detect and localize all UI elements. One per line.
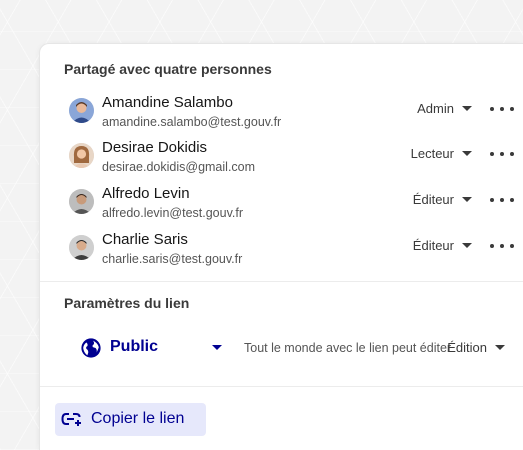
avatar bbox=[69, 98, 94, 123]
avatar bbox=[69, 235, 94, 260]
permission-select[interactable]: Édition bbox=[447, 340, 505, 355]
caret-down-icon[interactable] bbox=[212, 345, 222, 350]
role-select[interactable]: Éditeur bbox=[413, 238, 472, 253]
member-email: alfredo.levin@test.gouv.fr bbox=[102, 206, 243, 220]
role-label: Admin bbox=[417, 101, 454, 116]
more-options-icon[interactable] bbox=[490, 192, 514, 208]
member-row: Alfredo Levin alfredo.levin@test.gouv.fr… bbox=[64, 185, 514, 225]
avatar bbox=[69, 189, 94, 214]
role-select[interactable]: Admin bbox=[417, 101, 472, 116]
member-name: Charlie Saris bbox=[102, 231, 188, 248]
caret-down-icon bbox=[495, 345, 505, 350]
role-label: Lecteur bbox=[410, 146, 454, 161]
avatar bbox=[69, 143, 94, 168]
section-divider bbox=[40, 281, 523, 282]
role-select[interactable]: Éditeur bbox=[413, 192, 472, 207]
member-name: Desirae Dokidis bbox=[102, 139, 208, 156]
link-description: Tout le monde avec le lien peut éditer bbox=[244, 341, 452, 355]
member-row: Amandine Salambo amandine.salambo@test.g… bbox=[64, 94, 514, 134]
share-section-title: Partagé avec quatre personnes bbox=[64, 61, 272, 77]
member-name: Alfredo Levin bbox=[102, 185, 190, 202]
copy-link-button[interactable]: Copier le lien bbox=[55, 403, 206, 436]
visibility-select[interactable]: Public bbox=[110, 338, 158, 356]
role-label: Éditeur bbox=[412, 238, 454, 253]
member-row: Desirae Dokidis desirae.dokidis@gmail.co… bbox=[64, 139, 514, 179]
share-panel: Partagé avec quatre personnes Amandine S… bbox=[39, 43, 523, 450]
link-add-icon bbox=[61, 413, 81, 426]
role-select[interactable]: Lecteur bbox=[411, 146, 472, 161]
member-row: Charlie Saris charlie.saris@test.gouv.fr… bbox=[64, 231, 514, 271]
caret-down-icon bbox=[462, 106, 472, 111]
caret-down-icon bbox=[462, 151, 472, 156]
member-email: amandine.salambo@test.gouv.fr bbox=[102, 115, 282, 129]
member-name: Amandine Salambo bbox=[102, 94, 233, 111]
member-email: charlie.saris@test.gouv.fr bbox=[102, 252, 243, 266]
caret-down-icon bbox=[462, 243, 472, 248]
caret-down-icon bbox=[462, 197, 472, 202]
more-options-icon[interactable] bbox=[490, 238, 514, 254]
more-options-icon[interactable] bbox=[490, 101, 514, 117]
copy-link-label: Copier le lien bbox=[91, 410, 185, 427]
member-email: desirae.dokidis@gmail.com bbox=[102, 160, 256, 174]
section-divider bbox=[40, 386, 523, 387]
permission-label: Édition bbox=[447, 340, 487, 355]
link-section-title: Paramètres du lien bbox=[64, 295, 190, 311]
more-options-icon[interactable] bbox=[490, 146, 514, 162]
link-settings-row: Public Tout le monde avec le lien peut é… bbox=[80, 337, 505, 359]
globe-icon bbox=[81, 338, 101, 358]
role-label: Éditeur bbox=[412, 192, 454, 207]
